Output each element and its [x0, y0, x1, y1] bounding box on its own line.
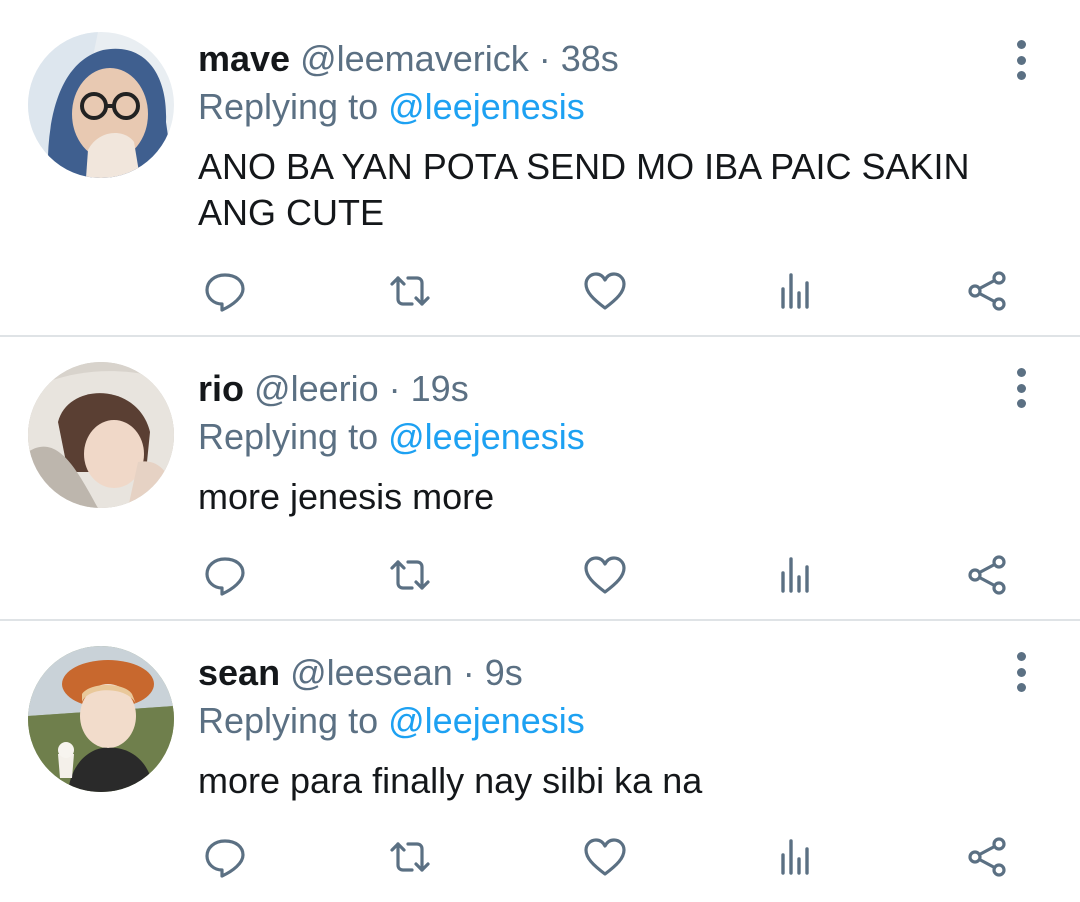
avatar-image [28, 646, 174, 792]
analytics-icon[interactable] [770, 266, 820, 316]
share-icon[interactable] [962, 266, 1012, 316]
analytics-icon[interactable] [770, 550, 820, 600]
tweet-header: sean @leesean · 9s [198, 652, 523, 694]
tweet-text-line: more jenesis more [198, 476, 495, 517]
reply-icon[interactable] [200, 832, 250, 882]
replying-to-label: Replying to [198, 416, 379, 457]
divider [0, 335, 1080, 337]
avatar[interactable] [28, 32, 174, 178]
replying-to-label: Replying to [198, 700, 379, 741]
share-icon[interactable] [962, 832, 1012, 882]
retweet-icon[interactable] [385, 550, 435, 600]
reply-timeline: mave @leemaverick · 38s Replying to @lee… [0, 0, 1080, 902]
tweet[interactable]: rio @leerio · 19s Replying to @leejenesi… [0, 338, 1080, 620]
analytics-icon[interactable] [770, 832, 820, 882]
more-options-icon[interactable] [1010, 368, 1032, 408]
reply-icon[interactable] [200, 550, 250, 600]
more-options-icon[interactable] [1010, 652, 1032, 692]
replying-to-mention[interactable]: @leejenesis [388, 416, 585, 457]
tweet-text-line: more para finally nay silbi ka na [198, 760, 703, 801]
like-icon[interactable] [580, 266, 630, 316]
handle[interactable]: @leerio [254, 368, 379, 409]
tweet[interactable]: mave @leemaverick · 38s Replying to @lee… [0, 0, 1080, 336]
like-icon[interactable] [580, 550, 630, 600]
timestamp[interactable]: 9s [485, 652, 523, 693]
separator: · [388, 368, 401, 409]
more-options-icon[interactable] [1010, 40, 1032, 80]
handle[interactable]: @leemaverick [300, 38, 529, 79]
display-name[interactable]: rio [198, 368, 244, 409]
handle[interactable]: @leesean [290, 652, 453, 693]
replying-to: Replying to @leejenesis [198, 416, 585, 458]
separator: · [538, 38, 551, 79]
tweet-text-line: ANO BA YAN POTA SEND MO IBA PAIC SAKIN [198, 146, 970, 187]
separator: · [462, 652, 475, 693]
replying-to: Replying to @leejenesis [198, 700, 585, 742]
replying-to-mention[interactable]: @leejenesis [388, 86, 585, 127]
tweet-text-line: ANG CUTE [198, 192, 385, 233]
replying-to: Replying to @leejenesis [198, 86, 585, 128]
replying-to-mention[interactable]: @leejenesis [388, 700, 585, 741]
tweet-text: more para finally nay silbi ka na [198, 758, 1038, 804]
display-name[interactable]: mave [198, 38, 290, 79]
tweet-header: mave @leemaverick · 38s [198, 38, 619, 80]
timestamp[interactable]: 38s [561, 38, 619, 79]
share-icon[interactable] [962, 550, 1012, 600]
like-icon[interactable] [580, 832, 630, 882]
timestamp[interactable]: 19s [411, 368, 469, 409]
avatar-image [28, 32, 174, 178]
tweet-text: ANO BA YAN POTA SEND MO IBA PAIC SAKIN A… [198, 144, 1038, 236]
tweet-header: rio @leerio · 19s [198, 368, 469, 410]
reply-icon[interactable] [200, 266, 250, 316]
divider [0, 619, 1080, 621]
retweet-icon[interactable] [385, 832, 435, 882]
avatar[interactable] [28, 646, 174, 792]
tweet-text: more jenesis more [198, 474, 1038, 520]
avatar[interactable] [28, 362, 174, 508]
avatar-image [28, 362, 174, 508]
retweet-icon[interactable] [385, 266, 435, 316]
replying-to-label: Replying to [198, 86, 379, 127]
tweet[interactable]: sean @leesean · 9s Replying to @leejenes… [0, 622, 1080, 902]
display-name[interactable]: sean [198, 652, 280, 693]
